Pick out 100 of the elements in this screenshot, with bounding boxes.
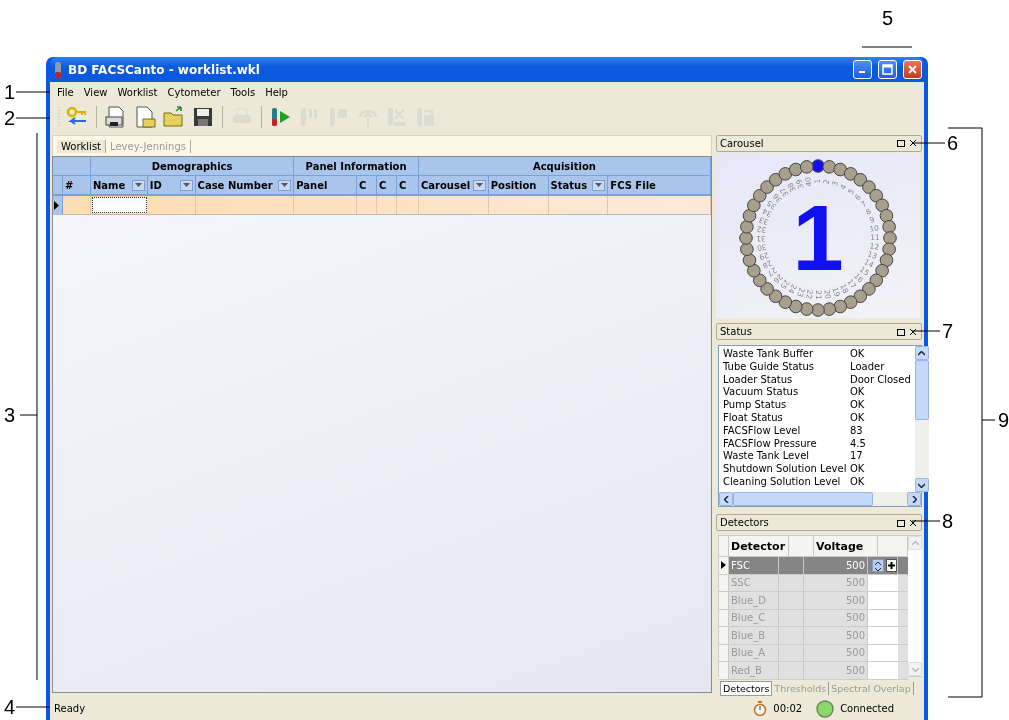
menu-item[interactable]: Cytometer: [162, 86, 226, 98]
caret-down-icon: [595, 182, 603, 188]
status-name: Waste Tank Level: [723, 450, 811, 464]
tab[interactable]: Detectors: [720, 680, 773, 696]
voltage-value: 500: [845, 664, 865, 676]
column-group-header: Demographics: [151, 160, 233, 172]
status-value: Loader: [850, 360, 885, 374]
up-down-arrows-icon: [873, 560, 883, 572]
maximize-icon: [882, 64, 893, 75]
voltage-value: 500: [845, 577, 865, 589]
square-icon: [896, 326, 906, 337]
status-value: 4.5: [850, 437, 866, 451]
menu-item[interactable]: View: [78, 86, 113, 98]
scroll-left-button[interactable]: [719, 492, 733, 507]
status-value: OK: [850, 348, 865, 361]
column-header[interactable]: Panel: [296, 179, 355, 191]
column-header[interactable]: ID: [149, 179, 178, 191]
column-header[interactable]: Position: [490, 179, 546, 191]
filter-dropdown[interactable]: [278, 179, 292, 191]
column-group-header: Panel Information: [305, 160, 407, 172]
detector-name: FSC: [731, 559, 750, 571]
float-button[interactable]: [896, 138, 906, 149]
add-button[interactable]: [886, 558, 897, 572]
detector-name: SSC: [731, 577, 751, 589]
column-header[interactable]: C: [379, 179, 394, 191]
close-icon: [908, 138, 918, 149]
detector-name: Blue_D: [731, 594, 766, 606]
filter-dropdown[interactable]: [472, 179, 486, 191]
float-button[interactable]: [896, 326, 906, 337]
menu-item[interactable]: Worklist: [112, 86, 163, 98]
column-header[interactable]: Status: [550, 179, 591, 191]
status-name: FACSFlow Pressure: [723, 437, 818, 451]
close-button[interactable]: [908, 138, 918, 149]
window-title: BD FACSCanto - worklist.wkl: [68, 62, 261, 77]
filter-dropdown[interactable]: [179, 179, 193, 191]
chevron-left-icon: [723, 495, 729, 503]
close-icon: [907, 64, 918, 75]
chevron-right-icon: [911, 495, 917, 503]
caret-down-icon: [281, 182, 289, 188]
minimize-button[interactable]: [853, 60, 872, 79]
tab[interactable]: Worklist: [57, 139, 106, 153]
chevron-up-icon: [918, 350, 926, 356]
column-header[interactable]: Case Number: [197, 179, 277, 191]
menu-item[interactable]: File: [52, 86, 79, 98]
status-name: Pump Status: [723, 399, 788, 412]
status-value: OK: [850, 386, 865, 400]
callout-number: 5: [882, 8, 894, 28]
scroll-right-button[interactable]: [907, 492, 921, 507]
caret-down-icon: [475, 182, 483, 188]
detector-row[interactable]: FSC 500: [719, 557, 908, 575]
horizontal-scrollbar[interactable]: [719, 492, 921, 507]
detector-name: Blue_C: [731, 612, 766, 624]
status-value: OK: [850, 463, 865, 476]
filter-dropdown[interactable]: [592, 179, 606, 191]
status-name: FACSFlow Level: [723, 424, 802, 438]
column-header[interactable]: FCS File: [610, 179, 708, 191]
status-name: Tube Guide Status: [723, 360, 815, 374]
connection-status: Connected: [840, 703, 894, 714]
scroll-down-button[interactable]: [914, 478, 929, 493]
status-value: 83: [850, 424, 863, 438]
leader-line: [911, 330, 941, 332]
status-name: Loader Status: [723, 373, 794, 387]
callout-number: 2: [4, 108, 16, 128]
menu-item[interactable]: Help: [260, 86, 293, 98]
square-icon: [896, 138, 906, 149]
column-header: Voltage: [816, 539, 864, 553]
column-header[interactable]: Name: [92, 179, 130, 191]
chevron-up-icon: [911, 540, 919, 546]
status-value: 17: [850, 450, 863, 464]
close-icon: [908, 517, 918, 528]
new-document-icon: [133, 105, 157, 129]
detector-name: Blue_A: [731, 647, 765, 659]
scroll-up-button[interactable]: [914, 346, 929, 360]
close-button[interactable]: [908, 517, 918, 528]
voltage-value: 500: [845, 647, 865, 659]
cell-editor[interactable]: [91, 197, 147, 213]
voltage-value: 500: [845, 559, 865, 571]
detector-name: Blue_B: [731, 629, 765, 641]
close-icon: [908, 326, 918, 337]
status-name: Float Status: [723, 412, 784, 425]
leader-line: [861, 46, 913, 48]
column-header[interactable]: C: [399, 179, 416, 191]
close-button[interactable]: [908, 326, 918, 337]
vertical-scrollbar[interactable]: [914, 346, 929, 493]
detector-name: Red_B: [731, 664, 762, 676]
filter-dropdown[interactable]: [131, 179, 145, 191]
square-icon: [896, 517, 906, 528]
column-header[interactable]: C: [359, 179, 375, 191]
column-group-header: Acquisition: [532, 160, 596, 172]
panel-title: Detectors: [720, 517, 770, 529]
float-button[interactable]: [896, 517, 906, 528]
stopwatch-icon: [753, 701, 768, 716]
chevron-down-icon: [911, 666, 919, 672]
menu-item[interactable]: Tools: [225, 86, 261, 98]
spinner-control[interactable]: [872, 558, 884, 572]
app-icon: [54, 61, 62, 78]
column-header[interactable]: Carousel: [420, 179, 471, 191]
column-header[interactable]: #: [64, 179, 88, 191]
maximize-button[interactable]: [878, 60, 897, 79]
status-value: Door Closed: [850, 373, 911, 387]
